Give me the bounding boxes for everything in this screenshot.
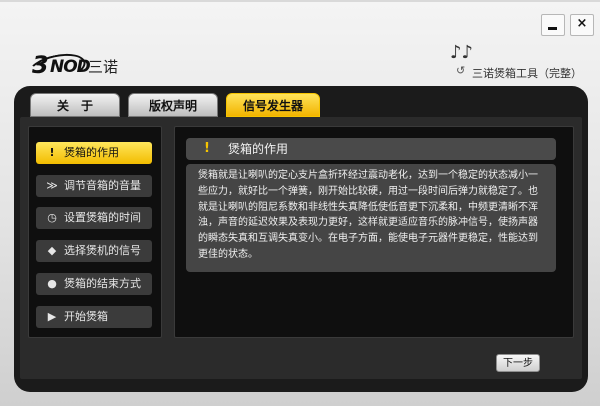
sidebar-item-label: 调节音箱的音量 (64, 179, 141, 192)
signal-icon: ◆ (47, 244, 57, 257)
minimize-icon (548, 27, 557, 30)
tab-bar: 关 于 版权声明 信号发生器 (30, 93, 320, 117)
sidebar-item-label: 开始煲箱 (64, 310, 108, 323)
logo-text: NOD (50, 57, 91, 77)
exclamation-icon: ! (204, 141, 210, 156)
sidebar: ! 煲箱的作用 ≫ 调节音箱的音量 ◷ 设置煲箱的时间 ◆ 选择煲机的信号 ● … (28, 126, 162, 338)
sidebar-item-purpose[interactable]: ! 煲箱的作用 (36, 142, 152, 164)
close-icon: × (576, 16, 588, 31)
logo-mark: 3 NOD (25, 49, 91, 87)
dot-icon: ● (47, 277, 57, 290)
sidebar-item-label: 选择煲机的信号 (64, 244, 141, 257)
close-button[interactable]: × (570, 14, 594, 36)
sidebar-item-label: 煲箱的结束方式 (64, 277, 141, 290)
play-icon: ▶ (47, 310, 57, 323)
logo-cn: 三诺 (88, 57, 119, 76)
exclamation-icon: ! (49, 146, 55, 159)
next-button[interactable]: 下一步 (496, 354, 540, 372)
minimize-button[interactable] (541, 14, 565, 36)
clock-icon: ◷ (47, 211, 57, 224)
app-icon: ↺ (456, 64, 466, 77)
app-name: ♪♪ ↺ 三诺煲箱工具（完整） (450, 42, 582, 82)
tab-about[interactable]: 关 于 (30, 93, 120, 117)
sidebar-item-label: 设置煲箱的时间 (64, 211, 141, 224)
sidebar-item-label: 煲箱的作用 (64, 146, 119, 159)
detail-title: 煲箱的作用 (228, 142, 289, 156)
sidebar-item-end-mode[interactable]: ● 煲箱的结束方式 (36, 273, 152, 295)
brand-logo: 3 NOD 三诺 (25, 49, 119, 87)
tab-copyright[interactable]: 版权声明 (128, 93, 218, 117)
sidebar-item-start[interactable]: ▶ 开始煲箱 (36, 306, 152, 328)
logo-number: 3 (32, 51, 49, 79)
speaker-icon: ≫ (46, 179, 58, 192)
tab-signal-generator[interactable]: 信号发生器 (226, 93, 320, 117)
detail-body: 煲箱就是让喇叭的定心支片盒折环经过震动老化，达到一个稳定的状态减小一些应力，就好… (186, 164, 556, 272)
sidebar-item-time[interactable]: ◷ 设置煲箱的时间 (36, 207, 152, 229)
sidebar-item-signal[interactable]: ◆ 选择煲机的信号 (36, 240, 152, 262)
sidebar-item-volume[interactable]: ≫ 调节音箱的音量 (36, 175, 152, 197)
titlebar-edge (0, 0, 600, 2)
detail-header: ! 煲箱的作用 (186, 138, 556, 160)
music-notes-icon: ♪♪ (450, 42, 473, 63)
app-title: 三诺煲箱工具（完整） (472, 67, 582, 80)
